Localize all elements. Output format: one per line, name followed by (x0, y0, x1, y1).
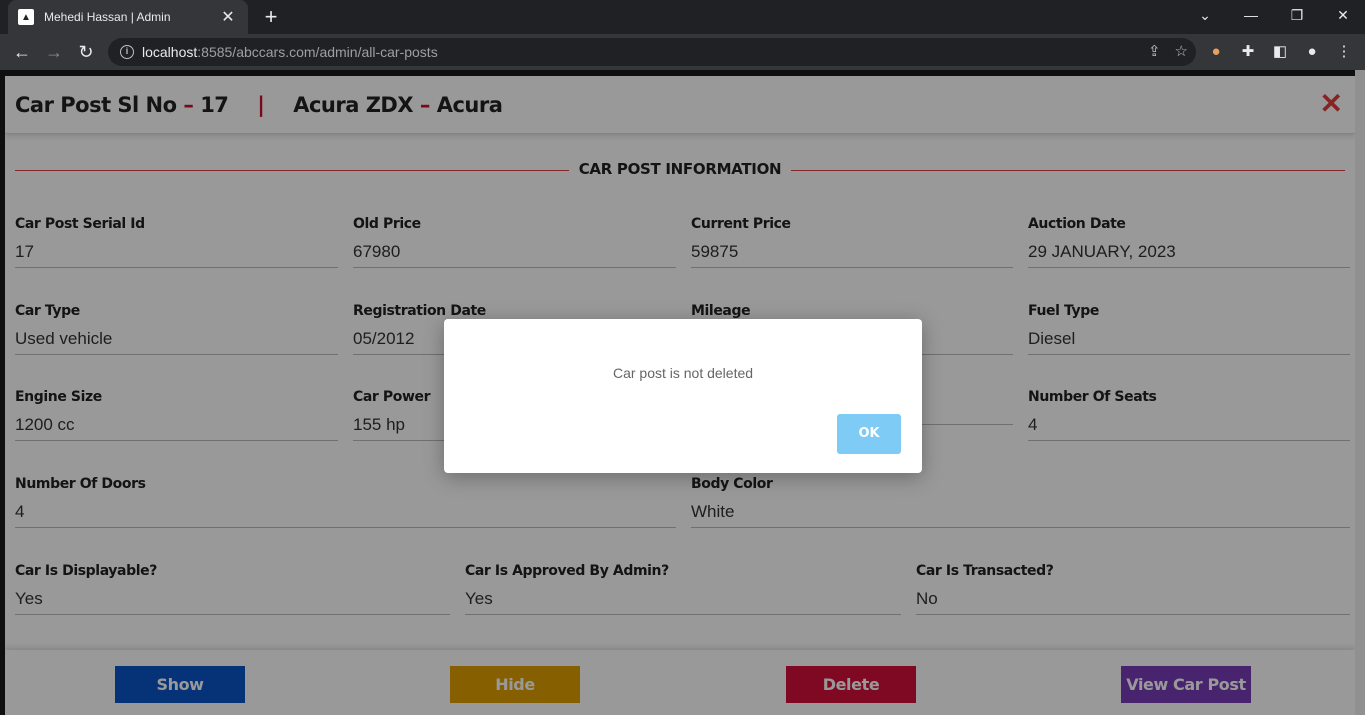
close-window-icon[interactable]: ✕ (1320, 0, 1365, 30)
reload-icon[interactable]: ↻ (72, 38, 100, 66)
minimize-icon[interactable]: — (1228, 0, 1274, 30)
tab-search-icon[interactable]: ⌄ (1182, 0, 1228, 30)
profile-avatar-icon[interactable]: ● (1298, 38, 1326, 66)
alert-ok-button[interactable]: OK (837, 414, 901, 454)
maximize-icon[interactable]: ❐ (1274, 0, 1320, 30)
alert-dialog: Car post is not deleted OK (444, 319, 922, 473)
browser-tab[interactable]: ▲ Mehedi Hassan | Admin ✕ (8, 0, 248, 34)
bookmark-star-icon[interactable]: ☆ (1175, 42, 1188, 60)
address-bar[interactable]: i localhost:8585/abccars.com/admin/all-c… (108, 38, 1196, 66)
url-path: :8585/abccars.com/admin/all-car-posts (197, 44, 438, 60)
tab-title: Mehedi Hassan | Admin (44, 10, 171, 24)
back-icon[interactable]: ← (8, 38, 36, 66)
menu-kebab-icon[interactable]: ⋮ (1330, 38, 1358, 66)
browser-tabbar: ▲ Mehedi Hassan | Admin ✕ + ⌄ — ❐ ✕ (0, 0, 1365, 34)
cookie-extension-icon[interactable]: ● (1202, 38, 1230, 66)
alert-message: Car post is not deleted (612, 365, 754, 381)
share-icon[interactable]: ⇪ (1148, 42, 1161, 60)
side-panel-icon[interactable]: ◧ (1266, 38, 1294, 66)
extensions-puzzle-icon[interactable]: ✚ (1234, 38, 1262, 66)
tab-close-icon[interactable]: ✕ (218, 7, 238, 27)
browser-toolbar: ← → ↻ i localhost:8585/abccars.com/admin… (0, 34, 1365, 70)
url-host: localhost (142, 44, 198, 60)
new-tab-icon[interactable]: + (258, 4, 284, 30)
site-info-icon[interactable]: i (120, 45, 134, 59)
forward-icon[interactable]: → (40, 38, 68, 66)
favicon-icon: ▲ (18, 9, 34, 25)
